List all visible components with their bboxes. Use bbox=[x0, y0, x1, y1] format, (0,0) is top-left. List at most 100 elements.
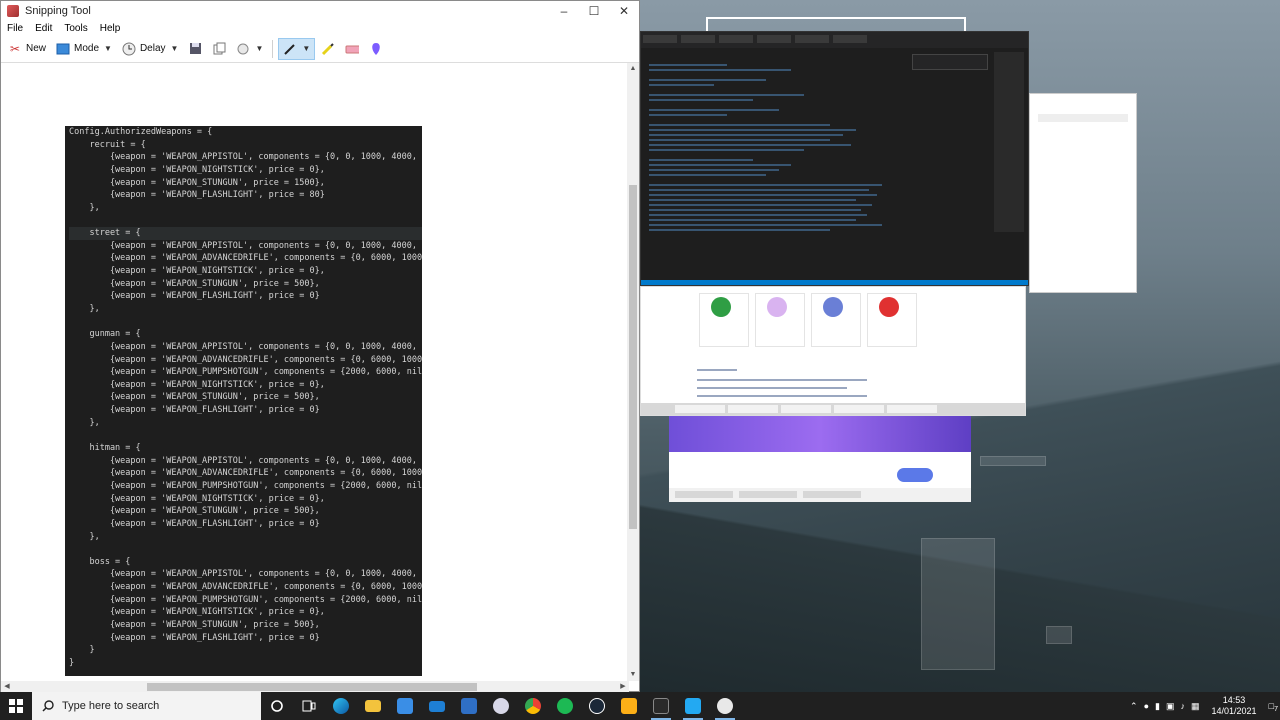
copy-icon bbox=[212, 42, 226, 56]
chevron-down-icon: ▼ bbox=[255, 44, 264, 53]
menu-file[interactable]: File bbox=[7, 23, 23, 34]
save-button[interactable] bbox=[184, 38, 206, 60]
web-page-thumbnail[interactable] bbox=[669, 416, 971, 502]
code-line: {weapon = 'WEAPON_NIGHTSTICK', price = 0… bbox=[69, 493, 325, 504]
start-button[interactable] bbox=[0, 692, 32, 720]
send-snip-button[interactable]: ▼ bbox=[232, 38, 267, 60]
toolbar: ✂ New Mode ▼ Delay ▼ ▼ ▼ bbox=[1, 35, 639, 63]
title-bar[interactable]: Snipping Tool – ☐ ✕ bbox=[1, 1, 639, 21]
outlook-button[interactable] bbox=[453, 692, 485, 720]
code-line: {weapon = 'WEAPON_APPISTOL', components … bbox=[69, 569, 417, 580]
code-line: {weapon = 'WEAPON_STUNGUN', price = 500}… bbox=[69, 506, 320, 517]
edge-button[interactable] bbox=[325, 692, 357, 720]
taskbar-search-box[interactable]: Type here to search bbox=[32, 692, 261, 720]
eraser-button[interactable] bbox=[341, 38, 363, 60]
code-line: gunman = { bbox=[69, 329, 141, 340]
code-line: {weapon = 'WEAPON_STUNGUN', price = 1500… bbox=[69, 177, 325, 188]
microphone-icon[interactable]: ● bbox=[1144, 701, 1149, 711]
task-view-button[interactable] bbox=[293, 692, 325, 720]
steam-button[interactable] bbox=[581, 692, 613, 720]
cortana-button[interactable] bbox=[261, 692, 293, 720]
search-icon bbox=[42, 700, 54, 712]
new-snip-button[interactable]: ✂ New bbox=[4, 38, 50, 60]
rockstar-button[interactable] bbox=[613, 692, 645, 720]
clock[interactable]: 14:53 14/01/2021 bbox=[1212, 695, 1257, 717]
spotify-button[interactable] bbox=[549, 692, 581, 720]
code-snippet-image: Config.AuthorizedWeapons = { recruit = {… bbox=[65, 126, 422, 676]
extension-icon-purple bbox=[767, 297, 787, 317]
code-line: {weapon = 'WEAPON_STUNGUN', price = 500}… bbox=[69, 619, 320, 630]
code-line: hitman = { bbox=[69, 443, 141, 454]
search-placeholder: Type here to search bbox=[62, 700, 160, 712]
vscode-status-bar bbox=[641, 280, 1028, 285]
code-line: recruit = { bbox=[69, 139, 146, 150]
language-icon[interactable]: ▦ bbox=[1191, 701, 1200, 712]
menu-bar: File Edit Tools Help bbox=[1, 21, 639, 35]
rockstar-icon bbox=[621, 698, 637, 714]
menu-edit[interactable]: Edit bbox=[35, 23, 52, 34]
vertical-scrollbar[interactable]: ▲ ▼ bbox=[627, 63, 639, 681]
chevron-up-icon[interactable]: ⌃ bbox=[1130, 701, 1138, 712]
paint3d-button[interactable] bbox=[365, 38, 387, 60]
vertical-scroll-thumb[interactable] bbox=[629, 185, 637, 529]
help-button[interactable] bbox=[897, 468, 933, 482]
pen-tool-button[interactable]: ▼ bbox=[278, 37, 316, 60]
spotify-icon bbox=[557, 698, 573, 714]
code-line: {weapon = 'WEAPON_APPISTOL', components … bbox=[69, 455, 417, 466]
chrome-button[interactable] bbox=[517, 692, 549, 720]
edge-icon bbox=[333, 698, 349, 714]
vscode-thumbnail-window[interactable] bbox=[640, 31, 1029, 286]
notification-icon[interactable]: □ 7 bbox=[1269, 701, 1278, 713]
code-line: {weapon = 'WEAPON_FLASHLIGHT', price = 0… bbox=[69, 632, 320, 643]
snipping-tool-window[interactable]: Snipping Tool – ☐ ✕ File Edit Tools Help… bbox=[0, 0, 640, 693]
cortana-icon bbox=[271, 700, 283, 712]
code-line: {weapon = 'WEAPON_PUMPSHOTGUN', componen… bbox=[69, 594, 422, 605]
battery-icon[interactable]: ▮ bbox=[1155, 701, 1160, 712]
code-line: }, bbox=[69, 303, 100, 314]
scissors-icon bbox=[717, 698, 733, 714]
clock-icon bbox=[122, 42, 136, 56]
vscode-minimap bbox=[994, 52, 1024, 232]
chevron-down-icon: ▼ bbox=[302, 44, 311, 53]
close-button[interactable]: ✕ bbox=[609, 1, 639, 21]
highlighter-button[interactable] bbox=[317, 38, 339, 60]
epic-games-button[interactable] bbox=[645, 692, 677, 720]
minimize-button[interactable]: – bbox=[549, 1, 579, 21]
code-line: }, bbox=[69, 531, 100, 542]
discord-button[interactable] bbox=[485, 692, 517, 720]
mail-icon bbox=[429, 700, 445, 712]
code-line: } bbox=[69, 657, 75, 668]
save-icon bbox=[188, 42, 202, 56]
file-explorer-button[interactable] bbox=[357, 692, 389, 720]
mode-button[interactable]: Mode ▼ bbox=[52, 38, 116, 60]
code-line: {weapon = 'WEAPON_APPISTOL', components … bbox=[69, 341, 417, 352]
menu-tools[interactable]: Tools bbox=[64, 23, 87, 34]
maximize-button[interactable]: ☐ bbox=[579, 1, 609, 21]
vscode-code-lines bbox=[649, 64, 908, 277]
browser-thumbnail-window[interactable] bbox=[640, 286, 1026, 416]
horizontal-scroll-thumb[interactable] bbox=[147, 683, 477, 691]
snipping-tool-taskbar-button[interactable] bbox=[709, 692, 741, 720]
search-popup-thumbnail[interactable] bbox=[1029, 93, 1137, 293]
code-line: {weapon = 'WEAPON_PUMPSHOTGUN', componen… bbox=[69, 367, 422, 378]
eraser-icon bbox=[345, 42, 360, 56]
code-line: } bbox=[69, 645, 95, 656]
menu-help[interactable]: Help bbox=[100, 23, 121, 34]
volume-icon[interactable]: ♪ bbox=[1181, 701, 1186, 711]
scroll-down-icon[interactable]: ▼ bbox=[627, 669, 639, 681]
network-icon[interactable]: ▣ bbox=[1166, 701, 1175, 712]
code-line: {weapon = 'WEAPON_ADVANCEDRIFLE', compon… bbox=[69, 582, 422, 593]
copy-button[interactable] bbox=[208, 38, 230, 60]
mail-button[interactable] bbox=[421, 692, 453, 720]
vscode-button[interactable] bbox=[677, 692, 709, 720]
code-line: {weapon = 'WEAPON_APPISTOL', components … bbox=[69, 240, 417, 251]
delay-button[interactable]: Delay ▼ bbox=[118, 38, 183, 60]
code-line: {weapon = 'WEAPON_NIGHTSTICK', price = 0… bbox=[69, 266, 325, 277]
clock-time: 14:53 bbox=[1222, 695, 1246, 705]
store-button[interactable] bbox=[389, 692, 421, 720]
code-line: {weapon = 'WEAPON_PUMPSHOTGUN', componen… bbox=[69, 480, 422, 491]
send-icon bbox=[236, 42, 250, 56]
scroll-up-icon[interactable]: ▲ bbox=[627, 63, 639, 75]
taskbar: Type here to search ⌃ ● ▮ ▣ ♪ ▦ 14:53 14… bbox=[0, 692, 1280, 720]
